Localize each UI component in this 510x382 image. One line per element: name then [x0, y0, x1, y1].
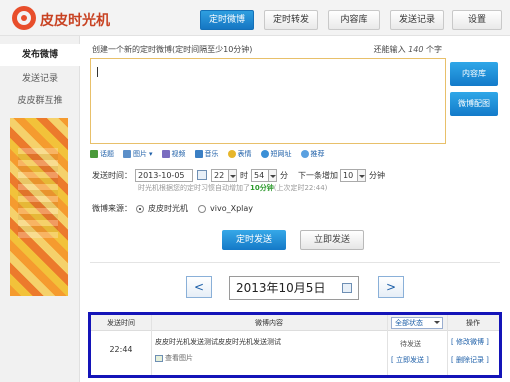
sidebar-item-records[interactable]: 发送记录 [0, 68, 80, 90]
tool-topic[interactable]: 话题 [90, 149, 114, 159]
tool-image[interactable]: 图片 ▾ [123, 149, 153, 159]
records-table: 发送时间 微博内容 全部状态 操作 22:44 皮皮时光机发送测试皮皮时光机发送… [88, 312, 502, 378]
app-title: 皮皮时光机 [40, 13, 110, 29]
image-icon [123, 150, 131, 158]
note-prefix: 时光机根据您的定时习惯自动增加了 [138, 184, 250, 192]
source-radio-vivo[interactable] [198, 204, 206, 213]
prev-day-button[interactable]: < [186, 276, 212, 298]
weibo-image-config-button[interactable]: 微博配图 [450, 92, 498, 116]
sidebar-advertisement-image[interactable] [10, 118, 68, 296]
video-icon [161, 150, 170, 158]
remaining-number: 140 [408, 45, 424, 54]
schedule-send-button[interactable]: 定时发送 [222, 230, 286, 250]
calendar-icon[interactable] [342, 283, 352, 293]
status-filter-select[interactable]: 全部状态 [391, 317, 443, 329]
emoji-icon [227, 150, 236, 158]
tool-video[interactable]: 视频 [161, 149, 186, 159]
next-day-button[interactable]: > [378, 276, 404, 298]
note-suffix: (上次定时22:44) [273, 184, 328, 192]
source-row: 微博来源： 皮皮时光机 vivo_Xplay [92, 203, 253, 214]
weibo-text-editor[interactable] [90, 58, 446, 144]
compose-hint: 创建一个新的定时微博(定时间隔至少10分钟) [92, 45, 253, 54]
next-increment-label: 下一条增加 [298, 170, 338, 180]
note-highlight: 10分钟 [250, 184, 274, 192]
recommend-icon [300, 150, 309, 158]
row-view-image[interactable]: 查看图片 [155, 353, 193, 363]
remaining-suffix: 个字 [426, 45, 442, 54]
text-caret [97, 67, 98, 77]
tool-emoji[interactable]: 表情 [227, 149, 252, 159]
tool-video-label: 视频 [171, 150, 186, 158]
tab-content-library[interactable]: 内容库 [328, 10, 380, 30]
section-divider [90, 262, 500, 263]
tab-scheduled-weibo[interactable]: 定时微博 [200, 10, 254, 30]
row-send-time: 22:44 [109, 345, 133, 354]
tool-music[interactable]: 音乐 [194, 149, 219, 159]
sidebar-item-group-promo[interactable]: 皮皮群互推 [0, 90, 80, 112]
hour-dropdown-icon[interactable] [229, 168, 237, 182]
image-icon [155, 354, 163, 362]
tool-topic-label: 话题 [100, 150, 114, 158]
increment-unit: 分钟 [369, 170, 385, 180]
column-divider [447, 315, 448, 375]
tool-recommend[interactable]: 推荐 [300, 149, 325, 159]
source-radio-pipi[interactable] [136, 204, 144, 213]
tab-scheduled-repost[interactable]: 定时转发 [264, 10, 318, 30]
row-status: 待发送 [400, 340, 421, 348]
tool-music-label: 音乐 [204, 150, 219, 158]
schedule-label: 发送时间： [92, 170, 132, 180]
current-date-display[interactable]: 2013年10月5日 [229, 276, 359, 300]
content-library-button[interactable]: 内容库 [450, 62, 498, 86]
delete-record-link[interactable]: [ 删除记录 ] [451, 355, 489, 365]
source-option-vivo[interactable]: vivo_Xplay [210, 204, 253, 213]
minute-select[interactable]: 54 [251, 168, 269, 182]
tool-emoji-label: 表情 [237, 150, 252, 158]
send-now-button[interactable]: 立即发送 [300, 230, 364, 250]
column-divider [151, 315, 152, 375]
increment-dropdown-icon[interactable] [358, 168, 366, 182]
top-header: 皮皮时光机 定时微博 定时转发 内容库 发送记录 设置 [0, 0, 510, 36]
schedule-row: 发送时间： 2013-10-05 22 时 54 分 下一条增加 10 分钟 [92, 168, 385, 182]
compose-toolbar: 话题 图片 ▾ 视频 音乐 表情 短网址 推荐 [90, 148, 325, 160]
table-header: 发送时间 微博内容 全部状态 操作 [91, 315, 499, 331]
send-now-link[interactable]: [ 立即发送 ] [391, 355, 429, 365]
header-time: 发送时间 [107, 319, 135, 327]
row-content-text: 皮皮时光机发送测试皮皮时光机发送测试 [155, 338, 281, 346]
hour-unit: 时 [240, 170, 248, 180]
tool-image-label: 图片 [133, 150, 147, 158]
link-icon [260, 150, 269, 158]
music-icon [194, 150, 203, 158]
remaining-count: 还能输入 140 个字 [374, 44, 442, 55]
topic-icon [90, 150, 98, 158]
minute-dropdown-icon[interactable] [269, 168, 277, 182]
schedule-note: 时光机根据您的定时习惯自动增加了10分钟(上次定时22:44) [138, 183, 327, 193]
view-image-label: 查看图片 [165, 354, 193, 362]
tab-send-records[interactable]: 发送记录 [390, 10, 444, 30]
edit-weibo-link[interactable]: [ 修改微博 ] [451, 337, 489, 347]
app-logo-icon [12, 6, 36, 30]
minute-unit: 分 [280, 170, 288, 180]
left-sidebar: 发布微博 发送记录 皮皮群互推 [0, 36, 80, 382]
calendar-icon[interactable] [197, 170, 207, 180]
tab-settings[interactable]: 设置 [452, 10, 502, 30]
tool-recommend-label: 推荐 [310, 150, 325, 158]
hour-select[interactable]: 22 [211, 168, 229, 182]
remaining-prefix: 还能输入 [373, 45, 406, 54]
header-actions: 操作 [466, 319, 480, 327]
header-content: 微博内容 [255, 319, 283, 327]
schedule-date-input[interactable]: 2013-10-05 [135, 168, 193, 182]
column-divider [387, 315, 388, 375]
source-label: 微博来源： [92, 204, 132, 213]
current-date-text: 2013年10月5日 [236, 281, 326, 295]
chevron-down-icon: ▾ [149, 150, 153, 158]
tool-short-url-label: 短网址 [270, 150, 292, 158]
tool-short-url[interactable]: 短网址 [260, 149, 292, 159]
source-option-pipi[interactable]: 皮皮时光机 [148, 203, 188, 214]
increment-input[interactable]: 10 [340, 168, 358, 182]
sidebar-item-publish[interactable]: 发布微博 [0, 44, 80, 66]
